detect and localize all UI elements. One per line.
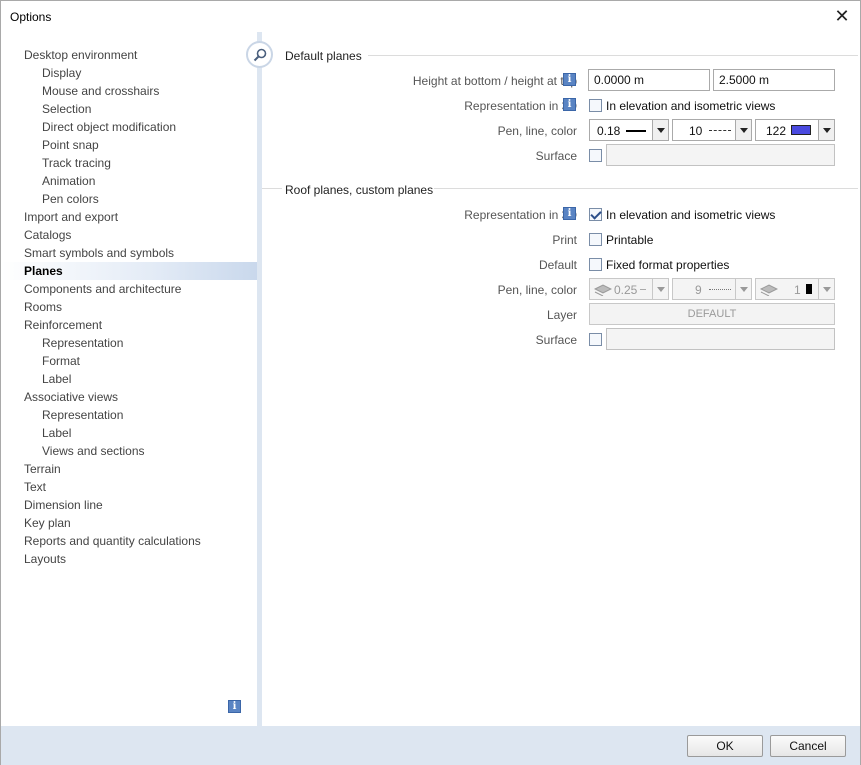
- layer-button[interactable]: DEFAULT: [589, 303, 835, 325]
- roof-color-combo[interactable]: 1: [755, 278, 835, 300]
- sidebar-item-animation[interactable]: Animation: [1, 172, 257, 190]
- chevron-down-icon[interactable]: [818, 120, 834, 140]
- sidebar-item-representation[interactable]: Representation: [1, 406, 257, 424]
- sidebar-item-reinforcement[interactable]: Reinforcement: [1, 316, 257, 334]
- roof-pen-thickness-combo[interactable]: 0.25: [589, 278, 669, 300]
- options-sidebar: Desktop environment Display Mouse and cros…: [1, 32, 257, 726]
- pen-value: 0.18: [597, 124, 621, 138]
- default-planes-heading: Default planes: [285, 49, 362, 63]
- section-divider: [368, 55, 858, 56]
- default-label: Default: [538, 258, 577, 272]
- dialog-footer: OK Cancel: [1, 726, 860, 765]
- elevation-iso-checkbox[interactable]: [589, 99, 602, 112]
- roof-color-value: 1: [794, 283, 801, 297]
- sidebar-item-desktop-environment[interactable]: Desktop environment: [1, 46, 257, 64]
- printable-checkbox[interactable]: [589, 233, 602, 246]
- cancel-button[interactable]: Cancel: [770, 735, 846, 757]
- roof-line-type-combo[interactable]: 9: [672, 278, 752, 300]
- height-label: Height at bottom / height at top: [412, 74, 577, 88]
- sidebar-item-text[interactable]: Text: [1, 478, 257, 496]
- roof-elevation-iso-checkbox[interactable]: [589, 208, 602, 221]
- sidebar-item-mouse-and-crosshairs[interactable]: Mouse and crosshairs: [1, 82, 257, 100]
- roof-elevation-iso-label: In elevation and isometric views: [606, 208, 776, 222]
- line-value: 10: [689, 124, 703, 138]
- print-label: Print: [552, 233, 577, 247]
- sidebar-item-planes[interactable]: Planes: [1, 262, 257, 280]
- sidebar-item-import-and-export[interactable]: Import and export: [1, 208, 257, 226]
- line-type-combo[interactable]: 10: [672, 119, 752, 141]
- color-combo[interactable]: 122: [755, 119, 835, 141]
- close-button[interactable]: ✕: [832, 6, 852, 26]
- planes-settings: Default planes Height at bottom / height…: [262, 32, 860, 726]
- chevron-down-icon[interactable]: [735, 279, 751, 299]
- sidebar-item-rooms[interactable]: Rooms: [1, 298, 257, 316]
- representation-3d-label: Representation in 3D: [464, 99, 577, 113]
- chevron-down-icon[interactable]: [652, 120, 668, 140]
- ok-button[interactable]: OK: [687, 735, 763, 757]
- sidebar-item-label[interactable]: Label: [1, 424, 257, 442]
- info-icon[interactable]: i: [228, 700, 241, 713]
- window-title: Options: [10, 10, 52, 24]
- chevron-down-icon[interactable]: [652, 279, 668, 299]
- sidebar-item-terrain[interactable]: Terrain: [1, 460, 257, 478]
- height-bottom-input[interactable]: 0.0000 m: [588, 69, 710, 91]
- color-swatch: [791, 125, 811, 135]
- layer-icon: [594, 284, 612, 296]
- printable-label: Printable: [606, 233, 654, 247]
- height-top-input[interactable]: 2.5000 m: [713, 69, 835, 91]
- color-swatch: [806, 284, 812, 294]
- pen-line-sample: [640, 289, 646, 290]
- title-bar: Options ✕: [1, 1, 860, 32]
- roof-pen-line-color-label: Pen, line, color: [497, 283, 577, 297]
- section-divider: [434, 188, 858, 189]
- info-icon[interactable]: i: [563, 207, 576, 220]
- surface-label: Surface: [535, 149, 577, 163]
- sidebar-item-catalogs[interactable]: Catalogs: [1, 226, 257, 244]
- pen-line-sample: [626, 130, 646, 132]
- sidebar-item-reports-and-quantity-calculations[interactable]: Reports and quantity calculations: [1, 532, 257, 550]
- sidebar-item-associative-views[interactable]: Associative views: [1, 388, 257, 406]
- section-divider: [262, 188, 282, 189]
- sidebar-item-direct-object-modification[interactable]: Direct object modification: [1, 118, 257, 136]
- layer-label: Layer: [546, 308, 577, 322]
- line-type-sample: [709, 130, 731, 131]
- sidebar-item-selection[interactable]: Selection: [1, 100, 257, 118]
- chevron-down-icon[interactable]: [818, 279, 834, 299]
- sidebar-item-pen-colors[interactable]: Pen colors: [1, 190, 257, 208]
- pen-thickness-combo[interactable]: 0.18: [589, 119, 669, 141]
- sidebar-item-dimension-line[interactable]: Dimension line: [1, 496, 257, 514]
- layer-icon: [760, 284, 778, 296]
- sidebar-item-format[interactable]: Format: [1, 352, 257, 370]
- sidebar-item-layouts[interactable]: Layouts: [1, 550, 257, 568]
- roof-line-value: 9: [695, 283, 702, 297]
- fixed-format-checkbox[interactable]: [589, 258, 602, 271]
- sidebar-item-label[interactable]: Label: [1, 370, 257, 388]
- surface-checkbox[interactable]: [589, 149, 602, 162]
- info-icon[interactable]: i: [563, 73, 576, 86]
- roof-representation-3d-label: Representation in 3D: [464, 208, 577, 222]
- chevron-down-icon[interactable]: [735, 120, 751, 140]
- roof-planes-heading: Roof planes, custom planes: [285, 183, 434, 197]
- roof-surface-checkbox[interactable]: [589, 333, 602, 346]
- sidebar-item-views-and-sections[interactable]: Views and sections: [1, 442, 257, 460]
- fixed-format-label: Fixed format properties: [606, 258, 730, 272]
- sidebar-item-track-tracing[interactable]: Track tracing: [1, 154, 257, 172]
- surface-field[interactable]: [606, 144, 835, 166]
- sidebar-item-display[interactable]: Display: [1, 64, 257, 82]
- roof-surface-label: Surface: [535, 333, 577, 347]
- sidebar-item-smart-symbols-and-symbols[interactable]: Smart symbols and symbols: [1, 244, 257, 262]
- roof-surface-field[interactable]: [606, 328, 835, 350]
- sidebar-item-components-and-architecture[interactable]: Components and architecture: [1, 280, 257, 298]
- pen-line-color-label: Pen, line, color: [497, 124, 577, 138]
- sidebar-item-point-snap[interactable]: Point snap: [1, 136, 257, 154]
- options-dialog: Options ✕ Desktop environment Display Mous…: [0, 0, 861, 765]
- sidebar-item-representation[interactable]: Representation: [1, 334, 257, 352]
- roof-pen-value: 0.25: [614, 283, 638, 297]
- info-icon[interactable]: i: [563, 98, 576, 111]
- sidebar-item-key-plan[interactable]: Key plan: [1, 514, 257, 532]
- options-tree: Desktop environment Display Mouse and cros…: [1, 46, 257, 568]
- color-value: 122: [766, 124, 787, 138]
- elevation-iso-label: In elevation and isometric views: [606, 99, 776, 113]
- line-type-sample: [709, 289, 731, 290]
